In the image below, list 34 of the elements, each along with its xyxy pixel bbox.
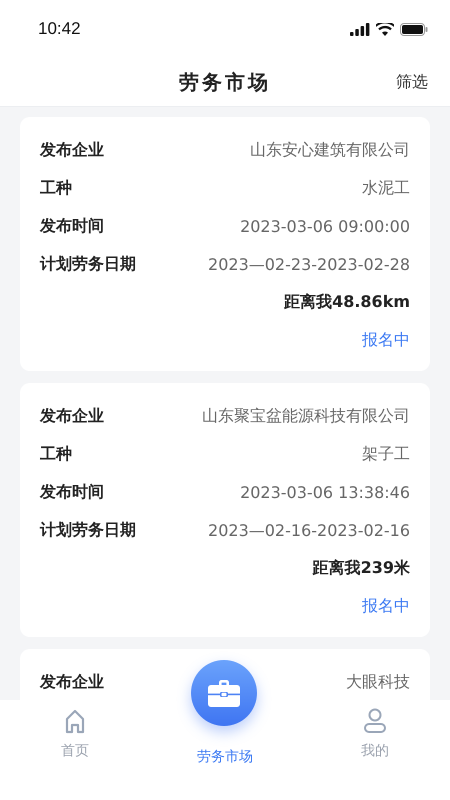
status-text: 报名中 — [362, 329, 410, 351]
field-value: 2023-03-06 13:38:46 — [240, 482, 410, 502]
field-label: 计划劳务日期 — [40, 520, 136, 540]
field-value: 山东安心建筑有限公司 — [250, 140, 410, 160]
field-label: 发布时间 — [40, 216, 104, 236]
distance-text: 距离我239米 — [312, 557, 410, 579]
field-value: 2023—02-16-2023-02-16 — [208, 520, 410, 540]
signal-icon — [350, 22, 370, 36]
field-label: 工种 — [40, 178, 72, 198]
field-label: 发布企业 — [40, 672, 104, 692]
field-label: 发布企业 — [40, 406, 104, 426]
distance-text: 距离我48.86km — [284, 291, 410, 313]
field-value: 水泥工 — [362, 178, 410, 198]
filter-button[interactable]: 筛选 — [396, 72, 428, 92]
job-card[interactable]: 发布企业 大眼科技 — [20, 649, 430, 700]
field-value: 架子工 — [362, 444, 410, 464]
job-card[interactable]: 发布企业 山东聚宝盆能源科技有限公司 工种 架子工 发布时间 2023-03-06 13:38:46 计划劳务日期 2023—02-16-2023-02-16 距离我239米 报名中 — [20, 383, 430, 637]
wifi-icon — [376, 22, 394, 36]
field-label: 发布企业 — [40, 140, 104, 160]
field-value: 2023—02-23-2023-02-28 — [208, 254, 410, 274]
field-value: 山东聚宝盆能源科技有限公司 — [202, 406, 410, 426]
field-value: 大眼科技 — [346, 672, 410, 692]
field-value: 2023-03-06 09:00:00 — [240, 216, 410, 236]
tab-item[interactable]: 劳务市场 — [150, 700, 300, 800]
status-time: 10:42 — [38, 19, 81, 39]
battery-icon — [400, 22, 428, 36]
job-card[interactable]: 发布企业 山东安心建筑有限公司 工种 水泥工 发布时间 2023-03-06 09:00:00 计划劳务日期 2023—02-23-2023-02-28 距离我48.86km 报名中 — [20, 117, 430, 371]
person-icon — [363, 708, 387, 734]
field-label: 工种 — [40, 444, 72, 464]
toolbox-icon — [208, 679, 240, 707]
field-label: 计划劳务日期 — [40, 254, 136, 274]
field-label: 发布时间 — [40, 482, 104, 502]
page-title: 劳务市场 — [179, 68, 271, 96]
status-text: 报名中 — [362, 595, 410, 617]
